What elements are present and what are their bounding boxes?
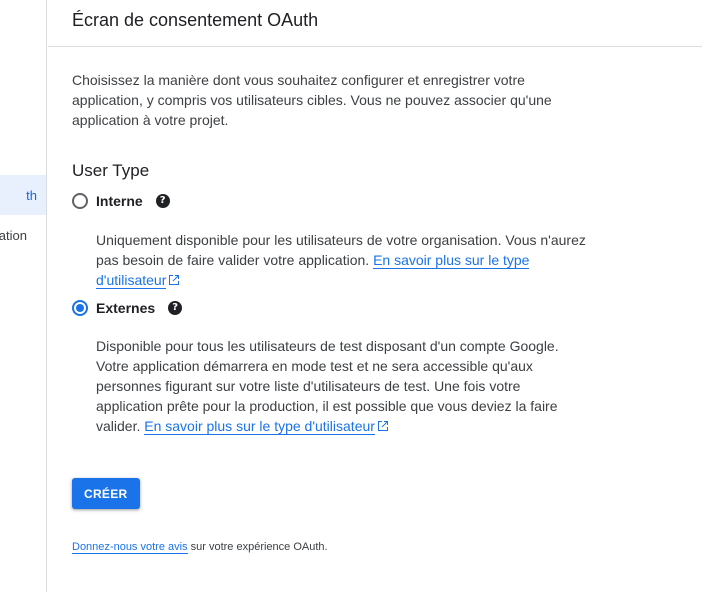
sidebar-item-validation[interactable]: ation xyxy=(0,215,46,255)
help-icon[interactable]: ? xyxy=(168,301,183,315)
intro-text: Choisissez la manière dont vous souhaite… xyxy=(72,72,552,128)
user-type-external-option[interactable]: Externes ? xyxy=(72,300,183,316)
sidebar-item-oauth[interactable]: th xyxy=(0,175,46,215)
user-type-heading: User Type xyxy=(72,161,150,180)
create-button[interactable]: CRÉER xyxy=(72,478,140,509)
external-radio-label[interactable]: Externes xyxy=(96,300,155,316)
feedback-link[interactable]: Donnez-nous votre avis xyxy=(72,541,188,554)
feedback-suffix: sur votre expérience OAuth. xyxy=(187,541,328,553)
sidebar-item-label: th xyxy=(26,187,37,203)
external-link-icon[interactable] xyxy=(168,274,180,286)
internal-radio-label[interactable]: Interne xyxy=(96,193,143,209)
main-content: Choisissez la manière dont vous souhaite… xyxy=(72,70,592,554)
external-link-icon[interactable] xyxy=(377,420,389,432)
sidebar-item-label: ation xyxy=(0,227,27,243)
feedback-line: Donnez-nous votre avis sur votre expérie… xyxy=(72,541,328,554)
external-radio-button[interactable] xyxy=(72,300,88,316)
external-description: Disponible pour tous les utilisateurs de… xyxy=(96,336,586,436)
page-title: Écran de consentement OAuth xyxy=(72,10,319,30)
internal-radio-button[interactable] xyxy=(72,193,88,209)
oauth-consent-page: th ation Écran de consentement OAuth Cho… xyxy=(0,0,702,592)
external-learn-more-link[interactable]: En savoir plus sur le type d'utilisateur xyxy=(144,418,375,435)
help-icon[interactable]: ? xyxy=(155,194,170,208)
page-header: Écran de consentement OAuth xyxy=(48,0,702,47)
sidebar: th ation xyxy=(0,0,47,592)
user-type-internal-option[interactable]: Interne ? xyxy=(72,193,170,209)
internal-description: Uniquement disponible pour les utilisate… xyxy=(96,230,586,290)
